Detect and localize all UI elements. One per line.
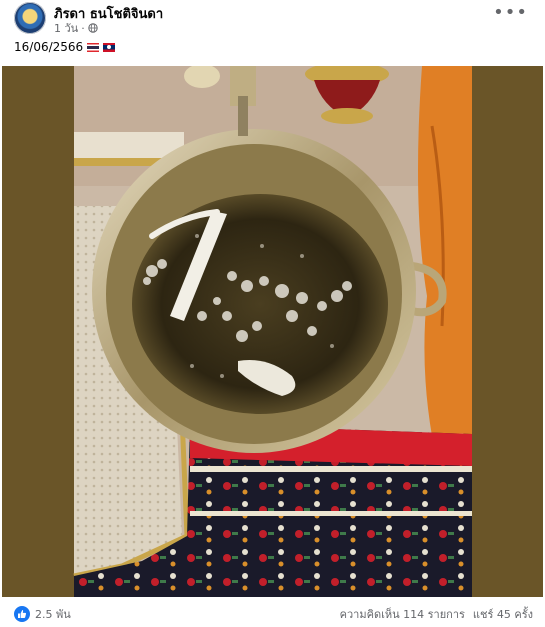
- meta-separator: ·: [81, 21, 85, 35]
- post-footer: 2.5 พัน ความคิดเห็น 114 รายการ แชร์ 45 ค…: [0, 597, 545, 627]
- reactions-summary[interactable]: 2.5 พัน: [14, 605, 71, 623]
- laos-flag-icon: [103, 42, 116, 52]
- thumbs-up-icon: [18, 610, 27, 618]
- post-caption: 16/06/2566: [14, 40, 116, 54]
- author-avatar[interactable]: [14, 2, 46, 34]
- reaction-count: 2.5 พัน: [35, 608, 71, 621]
- more-options-icon[interactable]: •••: [493, 4, 528, 22]
- like-icon: [14, 606, 30, 622]
- facebook-post-card: ภิรดา ธนโชติจินดา 1 วัน · ••• 16/06/2566: [0, 0, 545, 627]
- caption-date: 16/06/2566: [14, 40, 84, 54]
- post-header: ภิรดา ธนโชติจินดา 1 วัน · •••: [14, 2, 534, 36]
- comments-count[interactable]: ความคิดเห็น 114 รายการ: [340, 605, 465, 623]
- globe-icon[interactable]: [88, 23, 98, 33]
- photo-illustration: [2, 66, 543, 597]
- post-meta: 1 วัน ·: [54, 19, 98, 37]
- post-time[interactable]: 1 วัน: [54, 19, 78, 37]
- thailand-flag-icon: [87, 42, 100, 52]
- post-photo[interactable]: [2, 66, 543, 597]
- engagement-stats: ความคิดเห็น 114 รายการ แชร์ 45 ครั้ง: [340, 605, 533, 623]
- shares-count[interactable]: แชร์ 45 ครั้ง: [473, 605, 533, 623]
